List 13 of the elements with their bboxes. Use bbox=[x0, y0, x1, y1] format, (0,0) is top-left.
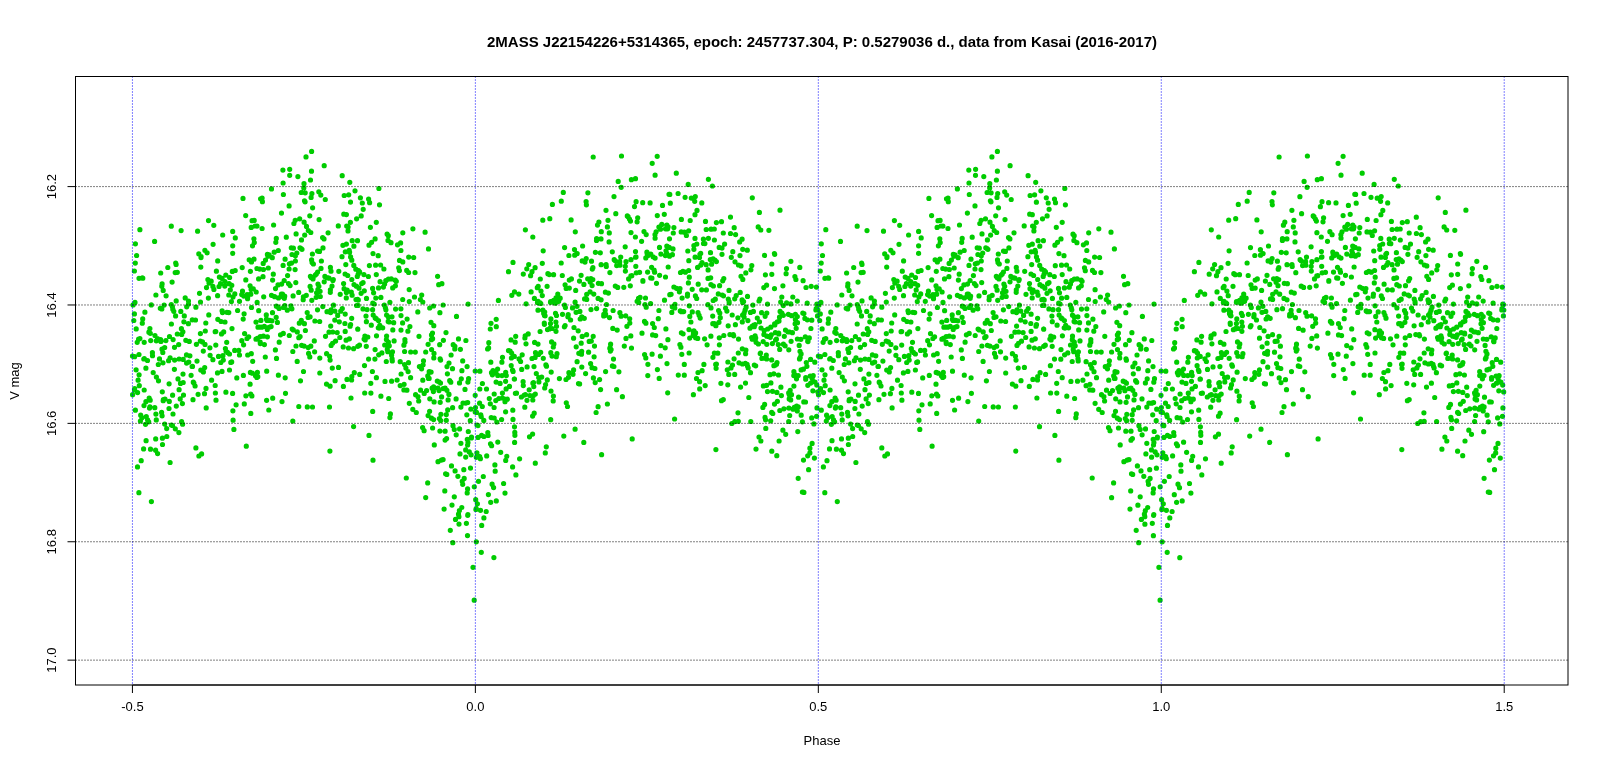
x-axis-label: Phase bbox=[803, 733, 841, 748]
tick-label: 0.5 bbox=[809, 699, 828, 714]
y-axis-label: V mag bbox=[7, 362, 22, 400]
tick-label: 1.0 bbox=[1152, 699, 1171, 714]
tick-label: -0.5 bbox=[121, 699, 144, 714]
tick-label: 16.8 bbox=[43, 529, 59, 555]
tick-label: 17.0 bbox=[43, 647, 59, 673]
tick-label: 16.2 bbox=[43, 173, 59, 200]
tick-label: 16.4 bbox=[43, 292, 59, 318]
tick-label: 1.5 bbox=[1495, 699, 1514, 714]
tick-label: 0.0 bbox=[466, 699, 485, 714]
tick-label: 16.6 bbox=[43, 410, 59, 436]
chart-title: 2MASS J22154226+5314365, epoch: 2457737.304, P: 0.5279036 d., data from Kasai (2016-2017) bbox=[487, 33, 1157, 50]
